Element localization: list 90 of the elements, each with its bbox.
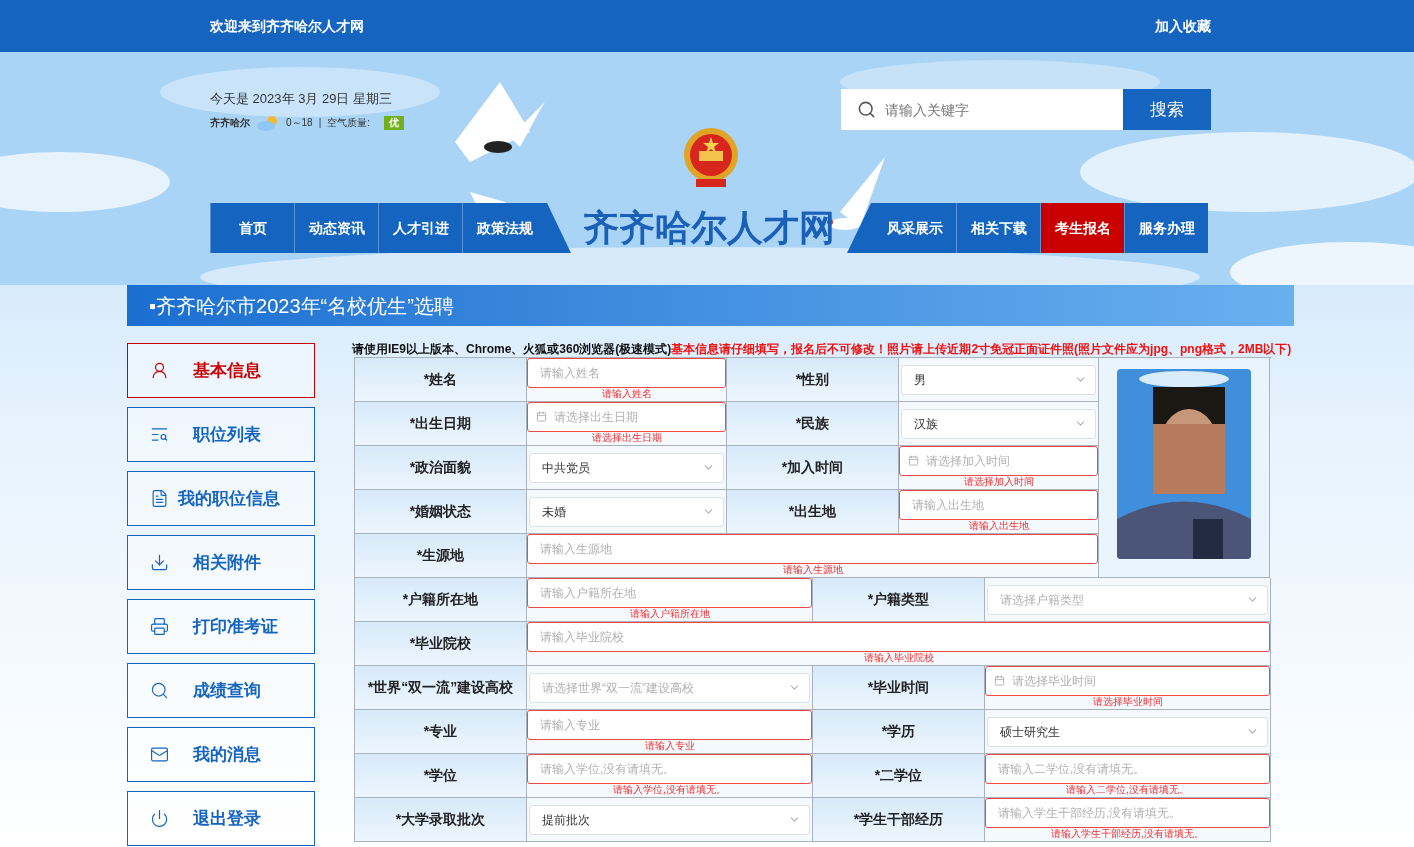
person-icon [150,361,169,380]
sidebar-item[interactable]: 相关附件 [127,535,315,590]
search-field[interactable]: 请输入关键字 [841,89,1123,130]
printer-icon [150,617,169,636]
nav-tab[interactable]: 人才引进 [378,203,462,253]
sidebar-item[interactable]: 我的消息 [127,727,315,782]
field-label: *出生日期 [355,402,527,446]
select-field[interactable]: 提前批次 [529,804,810,835]
sidebar-item[interactable]: 我的职位信息 [127,471,315,526]
calendar-icon [908,455,919,466]
search-icon [150,681,169,700]
field-label: *二学位 [813,754,985,798]
field-label: *专业 [355,710,527,754]
field-label: *户籍所在地 [355,578,527,622]
date-field[interactable]: 请选择毕业时间 [985,666,1270,696]
select-field[interactable]: 男 [901,364,1096,395]
nav-tab[interactable]: 首页 [210,203,294,253]
document-icon [150,489,169,508]
error-text: 请输入户籍所在地 [628,608,711,620]
calendar-icon [536,411,547,422]
input-field[interactable]: 请输入专业 [527,710,812,740]
error-text: 请输入毕业院校 [862,652,935,664]
date-field[interactable]: 请选择加入时间 [899,446,1098,476]
download-icon [150,553,169,572]
field-label: *出生地 [727,490,899,534]
field-label: *民族 [727,402,899,446]
field-label: *加入时间 [727,446,899,490]
separator-text: | [318,116,322,130]
welcome-text: 欢迎来到齐齐哈尔人才网 [210,16,364,36]
field-label: *姓名 [355,358,527,402]
date-field[interactable]: 请选择出生日期 [527,402,726,432]
nav-tab[interactable]: 考生报名 [1040,203,1124,253]
partly-cloudy-icon [256,114,280,131]
list-search-icon [150,425,169,444]
input-field[interactable]: 请输入姓名 [527,358,726,388]
field-label: *毕业时间 [813,666,985,710]
section-banner: ▪齐齐哈尔市2023年“名校优生”选聘 [127,285,1294,326]
error-text: 请选择出生日期 [590,432,663,444]
input-field[interactable]: 请输入学生干部经历,没有请填无。 [985,798,1270,828]
input-field[interactable]: 请输入户籍所在地 [527,578,812,608]
field-label: *户籍类型 [813,578,985,622]
error-text: 请输入二学位,没有请填无。 [1065,784,1190,796]
favorite-link[interactable]: 加入收藏 [1155,15,1211,37]
sidebar-item[interactable]: 退出登录 [127,791,315,846]
error-text: 请输入出生地 [967,520,1030,532]
sidebar-item[interactable]: 职位列表 [127,407,315,462]
error-text: 请输入专业 [643,740,696,752]
date-text: 今天是 2023年 3月 29日 星期三 [210,90,394,108]
field-label: *学位 [355,754,527,798]
city-text: 齐齐哈尔 [210,116,250,130]
select-field[interactable]: 汉族 [901,408,1096,439]
site-title: 齐齐哈尔人才网 [582,206,836,250]
error-text: 请输入学位,没有请填无。 [612,784,727,796]
input-field[interactable]: 请输入出生地 [899,490,1098,520]
emblem-icon [682,127,740,189]
notice-text: 请使用IE9以上版本、Chrome、火狐或360浏览器(极速模式)基本信息请仔细填写，报名后不可修改！照片请上传近期2寸免冠正面证件照(照片文件应为jpg、png格式，2MB以下) [352,342,1292,357]
field-label: *政治面貌 [355,446,527,490]
select-field[interactable]: 中共党员 [529,452,724,483]
error-text: 请输入生源地 [781,564,844,576]
mail-icon [150,745,169,764]
nav-tab[interactable]: 动态资讯 [294,203,378,253]
select-field[interactable]: 未婚 [529,496,724,527]
field-label: *学历 [813,710,985,754]
nav-tab[interactable]: 服务办理 [1124,203,1208,253]
error-text: 请输入姓名 [600,388,653,400]
input-field[interactable]: 请输入生源地 [527,534,1098,564]
field-label: *毕业院校 [355,622,527,666]
select-field[interactable]: 硕士研究生 [987,716,1268,747]
input-field[interactable]: 请输入毕业院校 [527,622,1270,652]
sidebar-item[interactable]: 打印准考证 [127,599,315,654]
field-label: *学生干部经历 [813,798,985,842]
error-text: 请选择毕业时间 [1091,696,1164,708]
field-label: *婚姻状态 [355,490,527,534]
power-icon [150,809,169,828]
error-text: 请输入学生干部经历,没有请填无。 [1050,828,1205,840]
field-label: *性别 [727,358,899,402]
nav-tab[interactable]: 相关下载 [956,203,1040,253]
temperature-text: 0～18 [286,116,313,130]
error-text: 请选择加入时间 [962,476,1035,488]
search-icon [857,100,876,119]
input-field[interactable]: 请输入二学位,没有请填无。 [985,754,1270,784]
input-field[interactable]: 请输入学位,没有请填无。 [527,754,812,784]
search-button[interactable]: 搜索 [1123,89,1211,130]
sidebar-item[interactable]: 基本信息 [127,343,315,398]
sidebar-item[interactable]: 成绩查询 [127,663,315,718]
air-quality-label: 空气质量: [327,116,371,130]
field-label: *生源地 [355,534,527,578]
calendar-icon [994,675,1005,686]
field-label: *大学录取批次 [355,798,527,842]
field-label: *世界“双一流”建设高校 [355,666,527,710]
